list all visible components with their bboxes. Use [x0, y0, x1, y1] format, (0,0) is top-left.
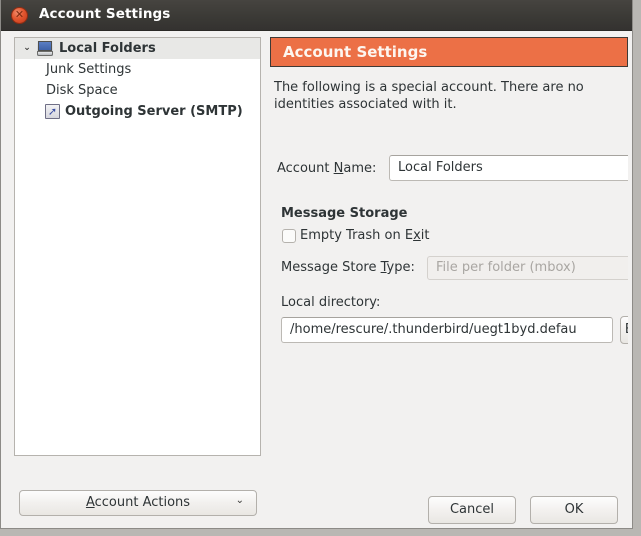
store-type-label-pre: Message Store: [281, 260, 381, 275]
message-store-type-select: File per folder (mbox): [427, 256, 628, 280]
account-name-label-post: ame:: [343, 161, 377, 176]
browse-button[interactable]: Browse…: [620, 316, 628, 344]
account-name-label-pre: Account: [277, 161, 334, 176]
chevron-down-icon[interactable]: ⌄: [236, 495, 244, 506]
computer-icon: [37, 41, 53, 56]
page-title: Account Settings: [283, 43, 428, 61]
dialog-body: ⌄ Local Folders Junk Settings Disk Space…: [1, 31, 632, 528]
close-glyph: ✕: [14, 8, 25, 21]
tree-item-outgoing-server-smtp[interactable]: ➚ Outgoing Server (SMTP): [15, 101, 260, 122]
local-directory-input[interactable]: /home/rescure/.thunderbird/uegt1byd.defa…: [281, 317, 613, 343]
account-settings-window: ✕ Account Settings ⌄ Local Folders Junk …: [0, 0, 633, 529]
account-name-input[interactable]: Local Folders: [389, 155, 628, 181]
settings-pane: Account Settings The following is a spec…: [270, 37, 628, 481]
account-actions-button[interactable]: Account Actions ⌄: [19, 490, 257, 516]
tree-item-label: Disk Space: [46, 83, 118, 98]
store-type-label-post: ype:: [386, 260, 415, 275]
cancel-button-label: Cancel: [449, 502, 495, 517]
account-name-label: Account Name:: [277, 161, 376, 176]
tree-item-label: Local Folders: [59, 41, 156, 56]
tree-item-junk-settings[interactable]: Junk Settings: [15, 59, 260, 80]
smtp-arrow-icon: ➚: [45, 104, 60, 119]
section-header: Account Settings: [270, 37, 628, 67]
tree-item-disk-space[interactable]: Disk Space: [15, 80, 260, 101]
message-storage-heading: Message Storage: [281, 206, 408, 221]
close-icon[interactable]: ✕: [11, 7, 28, 24]
chevron-down-icon[interactable]: ⌄: [21, 38, 33, 59]
local-directory-label: Local directory:: [281, 295, 381, 310]
account-actions-label-rest: ccount Actions: [94, 495, 191, 510]
empty-trash-accel: x: [413, 228, 421, 243]
tree-item-label: Outgoing Server (SMTP): [65, 104, 243, 119]
message-store-type-label: Message Store Type:: [281, 260, 415, 275]
checkbox-box[interactable]: [282, 229, 296, 243]
intro-text: The following is a special account. Ther…: [274, 80, 584, 112]
ok-button[interactable]: OK: [530, 496, 618, 524]
tree-item-local-folders[interactable]: ⌄ Local Folders: [15, 38, 260, 59]
browse-button-label: Browse…: [621, 322, 628, 337]
empty-trash-label-pre: Empty Trash on E: [300, 228, 414, 243]
empty-trash-on-exit-label: Empty Trash on Exit: [300, 228, 430, 243]
account-actions-accel: A: [85, 495, 95, 510]
ok-button-label: OK: [564, 502, 584, 517]
window-title: Account Settings: [39, 6, 171, 22]
window-titlebar: ✕ Account Settings: [1, 0, 632, 31]
empty-trash-label-post: it: [420, 228, 430, 243]
account-actions-label: Account Actions: [20, 495, 256, 510]
accounts-tree[interactable]: ⌄ Local Folders Junk Settings Disk Space…: [14, 37, 261, 456]
account-name-accel: N: [333, 161, 344, 176]
tree-item-label: Junk Settings: [46, 62, 132, 77]
cancel-button[interactable]: Cancel: [428, 496, 516, 524]
